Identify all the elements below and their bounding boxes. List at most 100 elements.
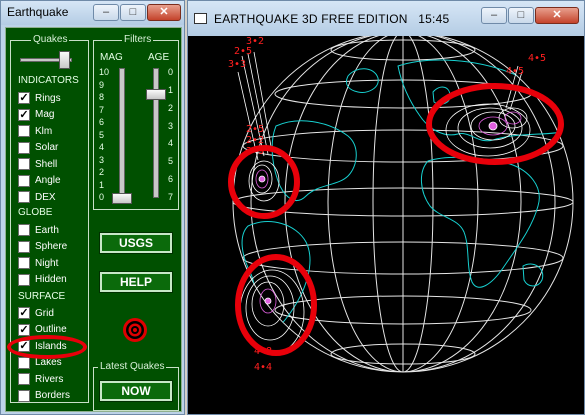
scale-tick: 7 <box>99 104 105 115</box>
sphere-checkbox[interactable] <box>18 240 30 253</box>
scale-tick: 0 <box>99 192 105 202</box>
age-slider-track[interactable] <box>153 68 159 198</box>
filters-group: Filters <box>93 34 179 210</box>
now-button[interactable]: NOW <box>99 380 173 402</box>
globe-window: EARTHQUAKE 3D FREE EDITION 15:45 – □ ✕ 3… <box>187 0 585 415</box>
earth-checkbox[interactable] <box>18 224 30 236</box>
minimize-button[interactable]: – <box>93 4 119 21</box>
quake-label: 2•2 <box>246 135 264 146</box>
scale-tick: 8 <box>99 92 105 102</box>
help-button[interactable]: HELP <box>99 271 173 293</box>
quake-cluster-east <box>445 103 531 157</box>
lakes-checkbox[interactable] <box>18 356 30 369</box>
quake-label: 4•5 <box>528 53 546 64</box>
globe-titlebar[interactable]: EARTHQUAKE 3D FREE EDITION 15:45 – □ ✕ <box>188 1 584 36</box>
checkbox-row-earth[interactable]: Earth <box>18 223 59 237</box>
mag-checkbox[interactable]: ✓ <box>18 108 30 121</box>
scale-tick: 6 <box>168 174 174 185</box>
quakes-slider-thumb[interactable] <box>59 51 70 69</box>
checkbox-row-borders[interactable]: Borders <box>18 389 70 403</box>
mag-label: MAG <box>100 52 123 63</box>
mag-label: Mag <box>35 109 55 120</box>
checkbox-row-rivers[interactable]: Rivers <box>18 372 63 386</box>
scale-tick: 1 <box>99 179 105 190</box>
filters-group-title: Filters <box>122 34 154 45</box>
label-leaders <box>237 51 523 161</box>
surface-heading: SURFACE <box>18 291 66 302</box>
outline-checkbox[interactable]: ✓ <box>18 323 30 336</box>
quake-cluster-west <box>248 160 280 202</box>
checkbox-row-angle[interactable]: Angle <box>18 174 61 188</box>
scale-tick: 10 <box>99 67 110 77</box>
checkbox-row-sphere[interactable]: Sphere <box>18 240 67 254</box>
hidden-label: Hidden <box>35 274 67 285</box>
target-icon[interactable] <box>121 316 149 344</box>
scale-tick: 4 <box>168 138 174 149</box>
grid-checkbox[interactable]: ✓ <box>18 307 30 319</box>
quake-label: 2•5 <box>234 46 252 57</box>
quakes-group-title: Quakes <box>31 34 70 45</box>
highlight-ellipse-south <box>235 254 317 356</box>
globe-heading: GLOBE <box>18 207 53 218</box>
globe-title-text: EARTHQUAKE 3D FREE EDITION <box>214 12 408 26</box>
clock-time: 15:45 <box>418 12 450 26</box>
night-checkbox[interactable] <box>18 257 30 269</box>
angle-checkbox[interactable] <box>18 174 30 187</box>
rings-checkbox[interactable]: ✓ <box>18 92 30 104</box>
checkbox-row-hidden[interactable]: Hidden <box>18 273 67 287</box>
globe-maximize-button[interactable]: □ <box>508 7 534 24</box>
close-button[interactable]: ✕ <box>147 4 181 21</box>
dex-label: DEX <box>35 191 56 203</box>
checkbox-row-shell[interactable]: Shell <box>18 157 57 171</box>
mag-slider-thumb[interactable] <box>112 193 132 204</box>
quake-label: 4•4 <box>254 362 272 373</box>
highlight-ellipses <box>228 83 564 356</box>
maximize-button[interactable]: □ <box>120 4 146 21</box>
quake-label: 4•5 <box>506 66 524 77</box>
checkbox-row-rings[interactable]: ✓ Rings <box>18 91 61 105</box>
sphere-label: Sphere <box>35 241 68 252</box>
grid-label: Grid <box>35 307 54 319</box>
checkbox-row-night[interactable]: Night <box>18 256 58 270</box>
klm-label: Klm <box>35 125 53 137</box>
globe-minimize-button[interactable]: – <box>481 7 507 24</box>
scale-tick: 5 <box>168 156 174 167</box>
rivers-label: Rivers <box>35 373 64 385</box>
scale-tick: 7 <box>168 192 174 202</box>
dex-checkbox[interactable] <box>18 191 30 203</box>
globe-close-button[interactable]: ✕ <box>535 7 579 24</box>
mag-slider-track[interactable] <box>119 68 125 198</box>
control-window: Earthquake – □ ✕ Quakes INDICATORS ✓ Ring… <box>0 0 185 415</box>
solar-checkbox[interactable] <box>18 141 30 154</box>
scale-tick: 5 <box>99 129 105 140</box>
app-window-icon <box>194 13 207 24</box>
checkbox-row-klm[interactable]: Klm <box>18 124 52 138</box>
checkbox-row-dex[interactable]: DEX <box>18 190 56 204</box>
scale-tick: 1 <box>168 84 174 95</box>
borders-label: Borders <box>35 390 71 401</box>
globe-viewport[interactable]: 3•2 2•5 3•3 2•5 2•2 2•9 4•5 4•5 4•8 4•4 <box>188 36 584 414</box>
borders-checkbox[interactable] <box>18 389 30 402</box>
highlight-ellipse-west <box>228 145 300 219</box>
scale-tick: 4 <box>99 142 105 152</box>
angle-label: Angle <box>35 175 61 186</box>
control-titlebar[interactable]: Earthquake – □ ✕ <box>1 1 184 25</box>
scale-tick: 6 <box>99 117 105 127</box>
shell-checkbox[interactable] <box>18 158 30 170</box>
quake-label: 3•3 <box>228 59 246 70</box>
klm-checkbox[interactable] <box>18 125 30 137</box>
latest-quakes-title: Latest Quakes <box>98 361 167 372</box>
outline-label: Outline <box>35 324 67 335</box>
checkbox-row-mag[interactable]: ✓ Mag <box>18 108 54 122</box>
scale-tick: 9 <box>99 79 105 90</box>
hidden-checkbox[interactable] <box>18 273 30 286</box>
checkbox-row-grid[interactable]: ✓ Grid <box>18 306 54 320</box>
scale-tick: 3 <box>99 154 105 165</box>
age-slider-thumb[interactable] <box>146 89 166 101</box>
rivers-checkbox[interactable] <box>18 373 30 385</box>
scale-tick: 2 <box>99 167 105 177</box>
usgs-button[interactable]: USGS <box>99 232 173 254</box>
globe-svg: 3•2 2•5 3•3 2•5 2•2 2•9 4•5 4•5 4•8 4•4 <box>228 36 574 373</box>
checkbox-row-solar[interactable]: Solar <box>18 141 58 155</box>
globe-window-title: EARTHQUAKE 3D FREE EDITION 15:45 <box>214 12 449 26</box>
